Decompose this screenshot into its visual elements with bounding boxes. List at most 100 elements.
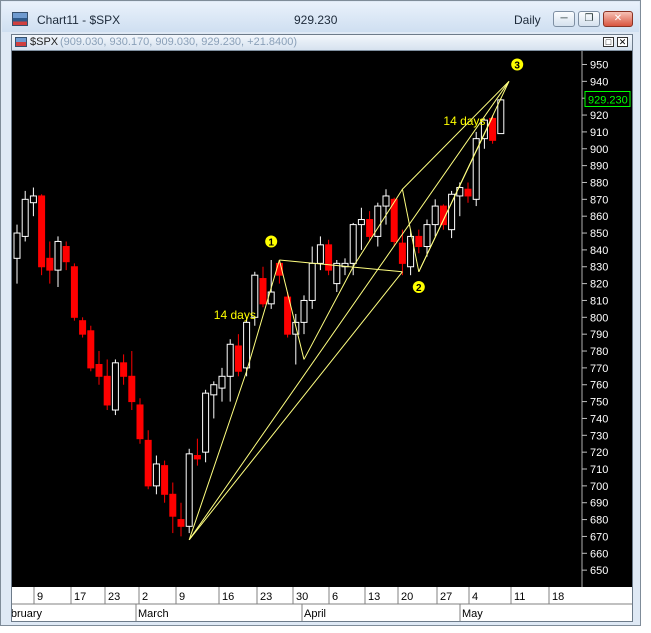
x-tick-label: 23 [108,591,120,603]
candle-body [382,195,390,207]
x-tick-label: 13 [368,591,380,603]
candle-body [111,362,119,411]
candle-body [103,375,111,406]
chart-header-bar: $SPX (909.030, 930.170, 909.030, 929.230… [12,35,632,51]
candle-body [144,439,152,487]
candle-body [423,224,431,248]
candle-body [29,195,37,204]
duration-annotation: 14 days [214,308,256,322]
y-tick-label: 950 [590,59,608,71]
y-tick-label: 790 [590,329,608,341]
month-label: February [12,608,43,620]
wave-label: 3 [514,60,520,71]
month-label: March [138,608,169,620]
month-label: May [462,608,483,620]
restore-icon[interactable]: ❐ [578,11,600,27]
candle-body [366,219,374,237]
candle-body [161,465,169,495]
candle-body [120,362,128,377]
candle-body [210,384,218,396]
y-tick-label: 660 [590,548,608,560]
y-tick-label: 750 [590,397,608,409]
y-tick-label: 670 [590,531,608,543]
candle-body [259,278,267,305]
candle-body [62,246,70,263]
duration-annotation: 14 days [443,114,485,128]
y-tick-label: 890 [590,161,608,173]
plot-background [12,51,632,621]
candle-body [497,99,505,135]
x-tick-label: 4 [472,591,478,603]
x-tick-label: 11 [514,591,525,603]
y-tick-label: 840 [590,245,608,257]
y-tick-label: 680 [590,515,608,527]
y-tick-label: 820 [590,279,608,291]
candle-body [333,262,341,285]
y-tick-label: 860 [590,211,608,223]
candle-body [218,375,226,389]
x-tick-label: 16 [222,591,234,603]
y-tick-label: 690 [590,498,608,510]
candle-body [54,240,62,271]
close-chart-icon[interactable]: ✕ [617,37,628,47]
y-tick-label: 730 [590,430,608,442]
candle-body [21,198,29,237]
candle-body [308,262,316,301]
title-period: Daily [514,13,541,27]
y-tick-label: 910 [590,127,608,139]
y-tick-label: 880 [590,177,608,189]
ohlc-values: (909.030, 930.170, 909.030, 929.230, +21… [60,36,298,48]
chart-panel: $SPX (909.030, 930.170, 909.030, 929.230… [11,34,633,622]
candle-body [325,244,333,271]
maximize-chart-icon[interactable]: □ [603,37,614,47]
y-tick-label: 810 [590,295,608,307]
window-title: Chart11 - $SPX [37,13,121,27]
y-tick-label: 830 [590,262,608,274]
month-label: April [304,608,326,620]
x-tick-label: 9 [37,591,43,603]
close-icon[interactable]: ✕ [603,11,633,27]
y-tick-label: 650 [590,565,608,577]
candle-body [70,266,78,318]
candle-body [95,364,103,377]
candle-body [226,343,234,377]
x-tick-label: 30 [296,591,308,603]
x-tick-label: 20 [401,591,413,603]
candle-body [46,257,54,271]
wave-label: 1 [268,237,274,248]
title-bar[interactable]: Chart11 - $SPX 929.230 Daily ─ ❐ ✕ [2,2,639,32]
candle-body [128,375,136,403]
candle-body [464,188,472,197]
y-tick-label: 940 [590,76,608,88]
candle-body [398,242,406,264]
candlestick-chart[interactable]: 650 660 670 680 690 700 710 720 730 740 750 760 770 7… [12,51,632,621]
candle-body [300,299,308,323]
y-tick-label: 920 [590,110,608,122]
candle-body [202,392,210,453]
candle-body [234,345,242,372]
y-tick-label: 850 [590,228,608,240]
y-tick-label: 760 [590,380,608,392]
candle-body [169,493,177,517]
y-tick-label: 770 [590,363,608,375]
chart-app-icon [12,12,28,26]
wave-label: 2 [416,283,422,294]
candle-body [87,330,95,369]
candle-body [243,321,251,369]
symbol-name: $SPX [30,36,59,48]
candle-body [177,519,185,527]
x-tick-label: 18 [552,591,564,603]
minimize-icon[interactable]: ─ [553,11,575,27]
candle-body [136,404,144,440]
y-tick-label: 740 [590,413,608,425]
candle-body [316,244,324,264]
y-tick-label: 720 [590,447,608,459]
x-tick-label: 27 [440,591,452,603]
title-price: 929.230 [294,13,338,27]
candle-body [415,235,423,248]
x-tick-label: 9 [179,591,185,603]
candle-body [349,224,357,264]
candle-body [193,455,201,460]
candle-body [79,320,87,335]
y-tick-label: 900 [590,144,608,156]
